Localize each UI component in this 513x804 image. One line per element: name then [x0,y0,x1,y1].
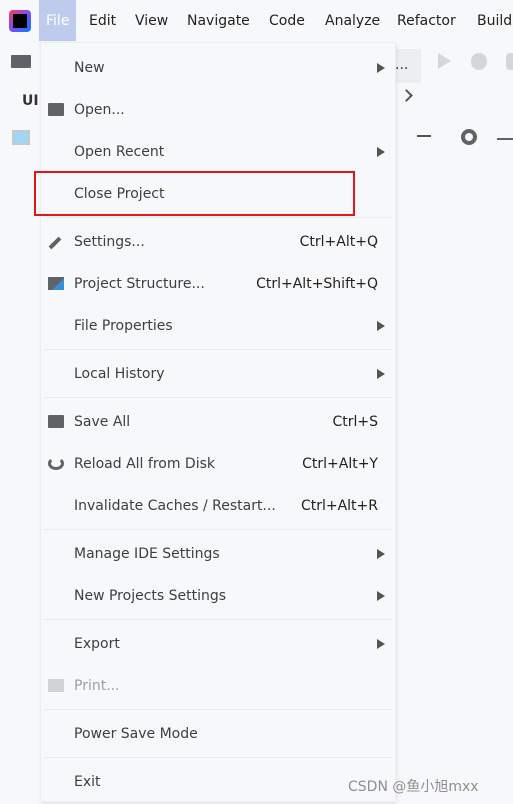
menu-bar: File Edit View Navigate Code Analyze Refactor B… [0,0,513,41]
menu-item-open-recent[interactable]: Open Recent [41,131,395,173]
tab-ui[interactable]: UI [22,93,39,109]
shortcut-label: Ctrl+S [332,414,378,430]
project-folder-icon[interactable] [11,55,31,68]
menu-separator [43,217,393,218]
menu-item-new[interactable]: New [41,47,395,89]
submenu-arrow-icon [377,321,385,331]
menu-item-open[interactable]: Open... [41,89,395,131]
menu-item-export[interactable]: Export [41,623,395,665]
submenu-arrow-icon [377,639,385,649]
menu-item-reload-all-from-disk[interactable]: Reload All from Disk Ctrl+Alt+Y [41,443,395,485]
menu-separator [43,619,393,620]
menu-item-label: Reload All from Disk [74,456,215,472]
highlight-box [34,171,355,216]
folder-open-icon [48,103,64,116]
menu-item-label: Exit [74,774,101,790]
reload-icon [48,457,64,470]
menu-item-label: Local History [74,366,165,382]
menu-item-label: Settings... [74,234,145,250]
debug-icon[interactable] [471,53,487,70]
menu-item-project-structure[interactable]: Project Structure... Ctrl+Alt+Shift+Q [41,263,395,305]
menu-item-settings[interactable]: Settings... Ctrl+Alt+Q [41,221,395,263]
submenu-arrow-icon [377,63,385,73]
menu-item-local-history[interactable]: Local History [41,353,395,395]
menu-item-label: New Projects Settings [74,588,227,604]
menu-item-label: Project Structure... [74,276,205,292]
save-icon [48,415,64,428]
menu-item-save-all[interactable]: Save All Ctrl+S [41,401,395,443]
menu-file[interactable]: File [39,0,77,41]
menu-refactor[interactable]: Refactor [397,0,456,41]
menu-item-manage-ide-settings[interactable]: Manage IDE Settings [41,533,395,575]
menu-item-label: Export [74,636,120,652]
menu-item-label: Power Save Mode [74,726,198,742]
menu-item-file-properties[interactable]: File Properties [41,305,395,347]
menu-edit[interactable]: Edit [89,0,116,41]
menu-item-new-projects-settings[interactable]: New Projects Settings [41,575,395,617]
chevron-right-icon[interactable] [400,89,413,102]
shortcut-label: Ctrl+Alt+Y [302,456,378,472]
minimize-icon[interactable] [497,138,513,140]
menu-analyze[interactable]: Analyze [325,0,380,41]
submenu-arrow-icon [377,369,385,379]
menu-separator [43,349,393,350]
menu-separator [43,709,393,710]
watermark: CSDN @鱼小旭mxx [348,779,479,795]
menu-separator [43,757,393,758]
menu-navigate[interactable]: Navigate [187,0,250,41]
coverage-icon[interactable] [506,53,513,70]
shortcut-label: Ctrl+Alt+R [300,498,378,514]
menu-separator [43,529,393,530]
menu-item-label: File Properties [74,318,173,334]
gear-icon[interactable] [461,129,477,145]
intellij-logo [9,10,31,32]
layout-icon[interactable] [12,130,30,145]
run-config-ellipsis[interactable]: ... [395,49,421,83]
menu-code[interactable]: Code [269,0,305,41]
shortcut-label: Ctrl+Alt+Q [299,234,378,250]
menu-item-exit[interactable]: Exit [41,761,395,803]
menu-item-label: Open Recent [74,144,165,160]
menu-separator [43,397,393,398]
menu-item-label: Manage IDE Settings [74,546,220,562]
run-icon[interactable] [438,53,451,69]
menu-item-label: Print... [74,678,120,694]
submenu-arrow-icon [377,549,385,559]
menu-item-label: Invalidate Caches / Restart... [74,498,276,514]
file-menu: New Open... Open Recent Close Project Settin… [40,42,396,802]
menu-item-invalidate-caches-restart[interactable]: Invalidate Caches / Restart... Ctrl+Alt+R [41,485,395,527]
menu-item-power-save-mode[interactable]: Power Save Mode [41,713,395,755]
menu-view[interactable]: View [135,0,168,41]
menu-item-label: Open... [74,102,125,118]
menu-item-label: New [74,60,105,76]
wrench-icon [48,236,62,250]
project-structure-icon [48,277,64,290]
collapse-all-icon[interactable] [417,135,431,137]
shortcut-label: Ctrl+Alt+Shift+Q [256,276,378,292]
submenu-arrow-icon [377,591,385,601]
print-icon [48,679,64,692]
submenu-arrow-icon [377,147,385,157]
menu-item-label: Save All [74,414,131,430]
menu-build[interactable]: Build [477,0,512,41]
menu-item-print[interactable]: Print... [41,665,395,707]
